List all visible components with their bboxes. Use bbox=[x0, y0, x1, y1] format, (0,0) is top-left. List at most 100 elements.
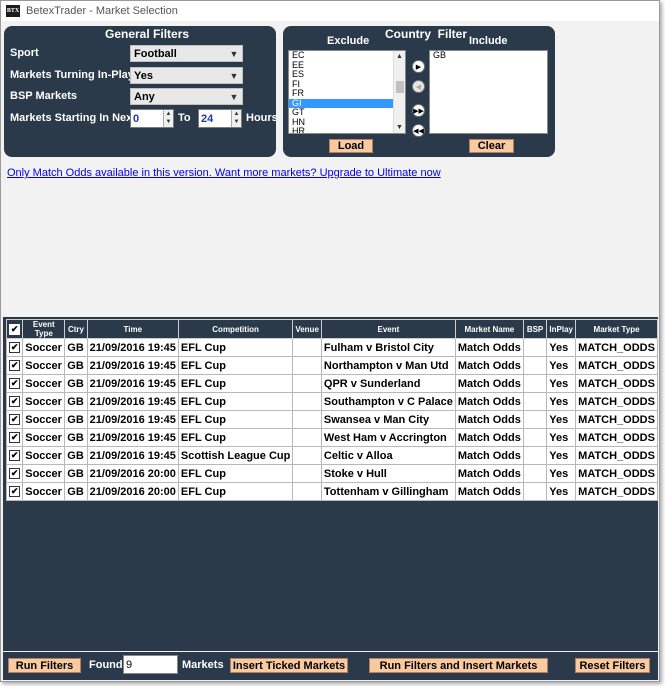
header-competition[interactable]: Competition bbox=[177, 319, 294, 339]
chevron-down-icon[interactable]: ▼ bbox=[394, 122, 405, 133]
to-stepper-buttons[interactable]: ▲ ▼ bbox=[231, 110, 241, 127]
header-inplay[interactable]: InPlay bbox=[546, 319, 577, 339]
header-event-type[interactable]: Event Type bbox=[22, 319, 66, 339]
exclude-country-item[interactable]: GI bbox=[289, 98, 405, 108]
row-checkbox[interactable]: ✔ bbox=[9, 450, 21, 462]
header-ctry[interactable]: Ctry bbox=[64, 319, 88, 339]
from-hours-stepper[interactable]: 0 ▲ ▼ bbox=[130, 109, 174, 128]
inplay-cell: Yes bbox=[546, 356, 577, 375]
time-cell: 21/09/2016 20:00 bbox=[86, 464, 179, 483]
row-checkbox[interactable]: ✔ bbox=[9, 468, 21, 480]
scrollbar-thumb[interactable] bbox=[396, 81, 404, 93]
event-cell: Celtic v Alloa bbox=[320, 446, 456, 465]
move-all-left-icon[interactable]: ◀◀ bbox=[412, 124, 425, 137]
ctry-cell: GB bbox=[64, 464, 88, 483]
row-checkbox-cell[interactable]: ✔ bbox=[5, 428, 24, 447]
row-checkbox-cell[interactable]: ✔ bbox=[5, 410, 24, 429]
header-event[interactable]: Event bbox=[320, 319, 456, 339]
market-type-cell: MATCH_ODDS bbox=[575, 392, 658, 411]
header-venue[interactable]: Venue bbox=[292, 319, 322, 339]
venue-cell bbox=[292, 356, 322, 375]
exclude-country-item[interactable]: ES bbox=[289, 69, 405, 80]
ctry-cell: GB bbox=[64, 392, 88, 411]
exclude-country-item[interactable]: HR bbox=[289, 126, 405, 133]
upgrade-link[interactable]: Only Match Odds available in this versio… bbox=[7, 167, 441, 179]
chevron-down-icon[interactable]: ▼ bbox=[232, 118, 241, 126]
row-checkbox-cell[interactable]: ✔ bbox=[5, 392, 24, 411]
table-row[interactable]: ✔ Soccer GB 21/09/2016 19:45 EFL Cup Northamp… bbox=[5, 356, 658, 375]
exclude-country-list[interactable]: EC EE ES FI FR GI GT HN HR ▲ ▼ bbox=[288, 50, 406, 134]
include-country-list[interactable]: GB bbox=[429, 50, 548, 134]
row-checkbox[interactable]: ✔ bbox=[9, 360, 21, 372]
inplay-select-value: Yes bbox=[134, 69, 153, 82]
bsp-cell bbox=[522, 446, 548, 465]
event-cell: Fulham v Bristol City bbox=[320, 338, 456, 357]
exclude-list-items: EC EE ES FI FR GI GT HN HR bbox=[289, 51, 405, 133]
row-checkbox[interactable]: ✔ bbox=[9, 378, 21, 390]
select-all-checkbox[interactable]: ✔ bbox=[9, 323, 21, 335]
from-stepper-buttons[interactable]: ▲ ▼ bbox=[163, 110, 173, 127]
move-right-icon[interactable]: ▶ bbox=[412, 60, 425, 73]
include-country-item[interactable]: GB bbox=[430, 51, 547, 61]
row-checkbox-cell[interactable]: ✔ bbox=[5, 446, 24, 465]
row-checkbox-cell[interactable]: ✔ bbox=[5, 464, 24, 483]
chevron-down-icon[interactable]: ▼ bbox=[164, 118, 173, 126]
table-row[interactable]: ✔ Soccer GB 21/09/2016 19:45 EFL Cup QPR v Su… bbox=[5, 374, 658, 393]
venue-cell bbox=[292, 410, 322, 429]
table-row[interactable]: ✔ Soccer GB 21/09/2016 20:00 EFL Cup Stoke v … bbox=[5, 464, 658, 483]
row-checkbox[interactable]: ✔ bbox=[9, 432, 21, 444]
exclude-list-scrollbar[interactable]: ▲ ▼ bbox=[393, 51, 405, 133]
run-filters-insert-button[interactable]: Run Filters and Insert Markets bbox=[369, 658, 548, 673]
country-filter-title: Country Filter bbox=[385, 27, 468, 41]
time-cell: 21/09/2016 19:45 bbox=[86, 374, 179, 393]
row-checkbox-cell[interactable]: ✔ bbox=[5, 338, 24, 357]
row-checkbox-cell[interactable]: ✔ bbox=[5, 356, 24, 375]
market-name-cell: Match Odds bbox=[454, 410, 524, 429]
table-row[interactable]: ✔ Soccer GB 21/09/2016 19:45 EFL Cup Southamp… bbox=[5, 392, 658, 411]
exclude-country-item[interactable]: HN bbox=[289, 117, 405, 128]
row-checkbox-cell[interactable]: ✔ bbox=[5, 482, 24, 501]
table-row[interactable]: ✔ Soccer GB 21/09/2016 19:45 EFL Cup West Ham… bbox=[5, 428, 658, 447]
chevron-up-icon[interactable]: ▲ bbox=[394, 51, 405, 62]
select-all-header[interactable]: ✔ bbox=[5, 319, 24, 339]
event-cell: West Ham v Accrington bbox=[320, 428, 456, 447]
exclude-country-item[interactable]: FI bbox=[289, 79, 405, 90]
reset-filters-button[interactable]: Reset Filters bbox=[575, 658, 650, 673]
row-checkbox[interactable]: ✔ bbox=[9, 486, 21, 498]
exclude-country-item[interactable]: EC bbox=[289, 51, 405, 61]
header-time[interactable]: Time bbox=[86, 319, 179, 339]
venue-cell bbox=[292, 338, 322, 357]
header-market-type[interactable]: Market Type bbox=[575, 319, 658, 339]
row-checkbox[interactable]: ✔ bbox=[9, 342, 21, 354]
move-left-icon[interactable]: ◀ bbox=[412, 80, 425, 93]
clear-button[interactable]: Clear bbox=[469, 139, 514, 153]
table-row[interactable]: ✔ Soccer GB 21/09/2016 19:45 EFL Cup Swansea … bbox=[5, 410, 658, 429]
table-row[interactable]: ✔ Soccer GB 21/09/2016 19:45 EFL Cup Fulham v… bbox=[5, 338, 658, 357]
bsp-select[interactable]: Any ▼ bbox=[130, 88, 243, 105]
table-row[interactable]: ✔ Soccer GB 21/09/2016 20:00 EFL Cup Tottenha… bbox=[5, 482, 658, 501]
table-row[interactable]: ✔ Soccer GB 21/09/2016 19:45 Scottish League… bbox=[5, 446, 658, 465]
insert-ticked-markets-button[interactable]: Insert Ticked Markets bbox=[230, 658, 348, 673]
load-button[interactable]: Load bbox=[329, 139, 373, 153]
bottom-toolbar: Run Filters Found 9 Markets Insert Ticke… bbox=[3, 652, 658, 680]
to-hours-stepper[interactable]: 24 ▲ ▼ bbox=[198, 109, 242, 128]
exclude-country-item[interactable]: EE bbox=[289, 60, 405, 71]
row-checkbox-cell[interactable]: ✔ bbox=[5, 374, 24, 393]
row-checkbox[interactable]: ✔ bbox=[9, 396, 21, 408]
chevron-up-icon[interactable]: ▲ bbox=[164, 110, 173, 118]
inplay-select[interactable]: Yes ▼ bbox=[130, 67, 243, 84]
chevron-up-icon[interactable]: ▲ bbox=[232, 110, 241, 118]
competition-cell: EFL Cup bbox=[177, 428, 294, 447]
row-checkbox[interactable]: ✔ bbox=[9, 414, 21, 426]
header-bsp[interactable]: BSP bbox=[522, 319, 548, 339]
exclude-country-item[interactable]: FR bbox=[289, 88, 405, 99]
run-filters-button[interactable]: Run Filters bbox=[8, 658, 81, 673]
bsp-cell bbox=[522, 482, 548, 501]
sport-select[interactable]: Football ▼ bbox=[130, 45, 243, 62]
exclude-country-item[interactable]: GT bbox=[289, 107, 405, 118]
markets-table: ✔ Event Type Ctry Time Competition Venue… bbox=[5, 319, 658, 501]
header-market-name[interactable]: Market Name bbox=[454, 319, 524, 339]
event-type-cell: Soccer bbox=[22, 428, 66, 447]
event-type-cell: Soccer bbox=[22, 446, 66, 465]
move-all-right-icon[interactable]: ▶▶ bbox=[412, 104, 425, 117]
